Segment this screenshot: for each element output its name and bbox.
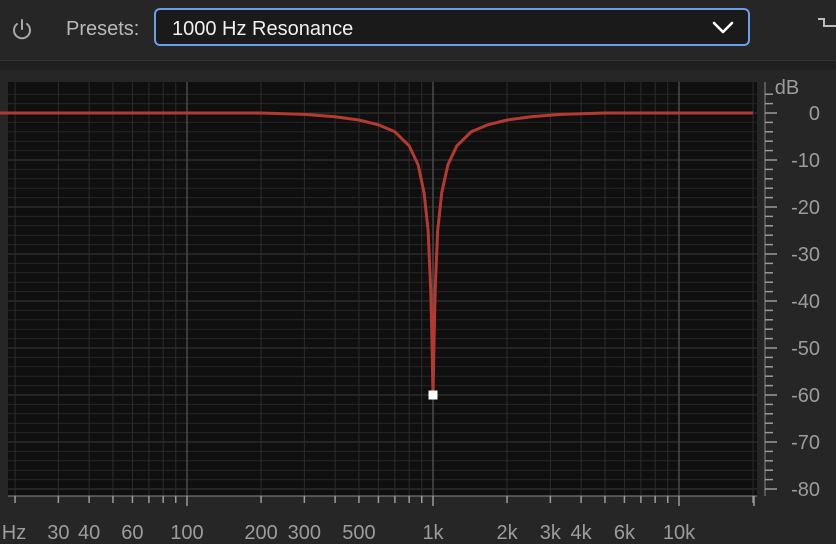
x-tick-label: Hz <box>2 522 26 544</box>
x-tick-label: 40 <box>78 522 100 544</box>
toolbar-divider <box>0 60 836 70</box>
x-tick-label: 200 <box>244 522 277 544</box>
toolbar: Presets: 1000 Hz Resonance <box>0 0 836 60</box>
y-tick-label: -70 <box>791 432 820 454</box>
chevron-down-icon <box>712 21 734 34</box>
graph-plot-area[interactable] <box>8 82 757 496</box>
power-icon[interactable] <box>8 16 36 44</box>
x-tick-label: 300 <box>288 522 321 544</box>
y-axis-unit: dB <box>775 77 799 99</box>
y-tick-label: -60 <box>791 385 820 407</box>
x-tick-label: 500 <box>342 522 375 544</box>
y-tick-label: -80 <box>791 479 820 501</box>
y-tick-label: 0 <box>809 103 820 125</box>
y-tick-label: -30 <box>791 244 820 266</box>
preset-dropdown[interactable]: 1000 Hz Resonance <box>154 8 750 46</box>
preset-value: 1000 Hz Resonance <box>172 18 354 40</box>
y-tick-label: -10 <box>791 150 820 172</box>
y-tick-label: -50 <box>791 338 820 360</box>
x-tick-label: 3k <box>540 522 562 544</box>
x-tick-label: 10k <box>663 522 696 544</box>
y-axis: 0 -10 -20 -30 -40 -50 -60 -70 -80 <box>764 82 820 501</box>
eq-graph[interactable]: Hz 30 40 60 100 200 300 500 1k 2k 3k 4k 6k 10k 0 -10 -2… <box>0 70 836 544</box>
x-tick-label: 2k <box>496 522 518 544</box>
x-axis: Hz 30 40 60 100 200 300 500 1k 2k 3k 4k 6k 10k <box>2 495 757 544</box>
eq-band-handle[interactable] <box>428 390 438 400</box>
x-tick-label: 100 <box>170 522 203 544</box>
x-tick-label: 30 <box>47 522 69 544</box>
presets-label: Presets: <box>66 18 140 40</box>
x-tick-label: 6k <box>614 522 636 544</box>
y-tick-label: -40 <box>791 291 820 313</box>
x-tick-label: 1k <box>422 522 444 544</box>
x-tick-label: 4k <box>571 522 593 544</box>
x-tick-label: 60 <box>121 522 143 544</box>
y-tick-label: -20 <box>791 197 820 219</box>
collapse-icon[interactable] <box>815 14 836 30</box>
